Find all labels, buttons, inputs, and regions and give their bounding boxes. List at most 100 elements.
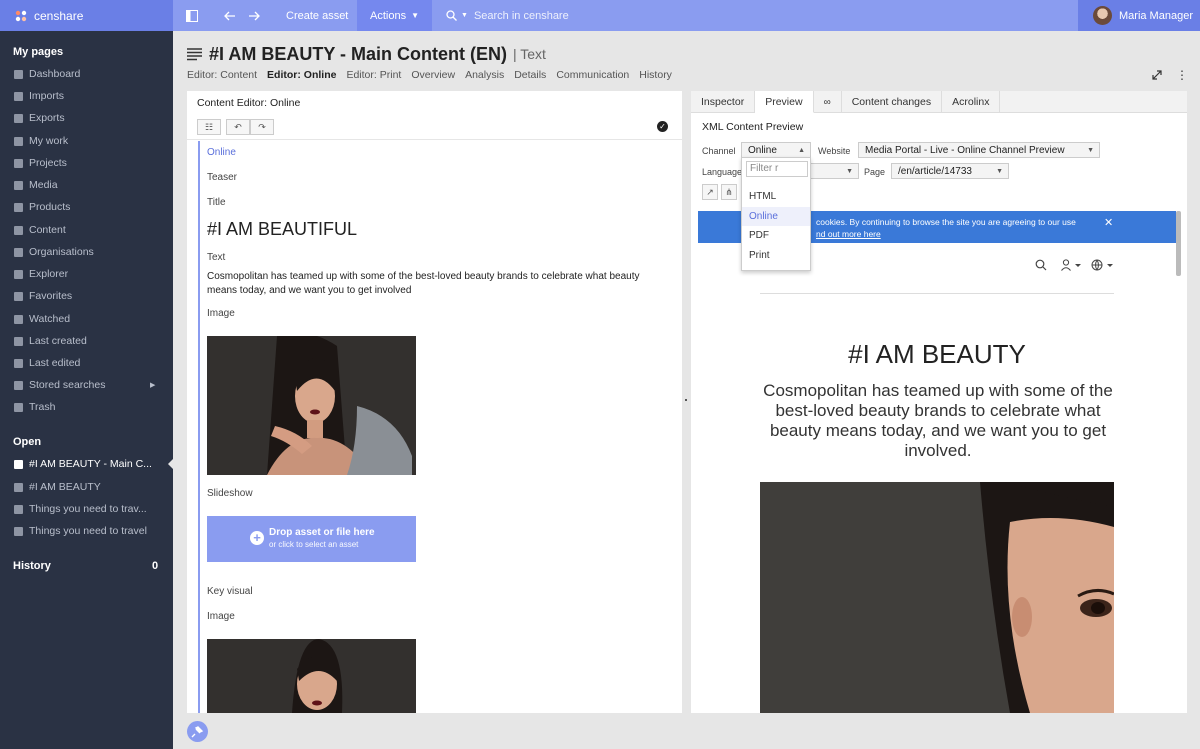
sidebar-item-projects[interactable]: Projects — [14, 154, 164, 172]
splitter-handle[interactable] — [685, 399, 687, 401]
sidebar-item-stored-searches[interactable]: Stored searches ▶ — [14, 376, 164, 394]
title-field[interactable]: #I AM BEAUTIFUL — [207, 219, 357, 240]
open-item-travel-2[interactable]: Things you need to travel — [14, 522, 164, 540]
history-heading[interactable]: History — [13, 560, 51, 572]
chevron-down-icon: ▼ — [411, 11, 419, 20]
dropdown-option-print[interactable]: Print — [749, 250, 770, 261]
open-item-main-content[interactable]: #I AM BEAUTY - Main C... — [14, 455, 164, 473]
tab-acrolinx[interactable]: Acrolinx — [942, 91, 1001, 113]
tab-editor-print[interactable]: Editor: Print — [346, 69, 401, 81]
website-label: Website — [818, 146, 851, 156]
structure-button[interactable]: ⋔ — [721, 184, 737, 200]
undo-icon: ↶ — [234, 121, 242, 132]
tab-preview[interactable]: Preview — [755, 91, 814, 113]
caret-down-icon: ▼ — [996, 168, 1003, 175]
sidebar-item-watched[interactable]: Watched — [14, 310, 164, 328]
search-icon[interactable] — [1035, 259, 1047, 271]
globe-icon[interactable] — [1091, 259, 1115, 271]
active-indicator — [168, 459, 173, 469]
cookie-link[interactable]: nd out more here — [816, 229, 881, 239]
sidebar-item-label: Content — [29, 224, 66, 236]
channel-label: Online — [207, 147, 236, 158]
sidebar-item-label: Watched — [29, 313, 71, 325]
trash-icon — [14, 402, 23, 412]
tab-inspector[interactable]: Inspector — [691, 91, 756, 113]
sidebar-item-dashboard[interactable]: Dashboard — [14, 65, 164, 83]
sidebar-item-trash[interactable]: Trash — [14, 398, 164, 416]
redo-icon: ↷ — [258, 121, 266, 132]
search-dropdown-icon[interactable]: ▼ — [461, 12, 468, 19]
content-editor-title: Content Editor: Online — [197, 97, 301, 109]
tab-overview[interactable]: Overview — [411, 69, 455, 81]
sidebar-item-label: My work — [29, 135, 69, 147]
sidebar-item-my-work[interactable]: My work — [14, 132, 164, 150]
products-icon — [14, 202, 23, 212]
page-select[interactable]: /en/article/14733 ▼ — [891, 163, 1009, 179]
sidebar-item-exports[interactable]: Exports — [14, 109, 164, 127]
website-preview: cookies. By continuing to browse the sit… — [698, 211, 1176, 713]
plus-circle-icon: + — [250, 531, 264, 545]
tab-details[interactable]: Details — [514, 69, 546, 81]
expand-icon[interactable] — [1152, 70, 1162, 80]
format-icon: ☷ — [204, 121, 214, 132]
open-item-travel-1[interactable]: Things you need to trav... — [14, 500, 164, 518]
sidebar-item-products[interactable]: Products — [14, 198, 164, 216]
pin-button[interactable] — [187, 721, 208, 742]
tab-relations[interactable]: ∞ — [814, 91, 842, 113]
sidebar-item-last-created[interactable]: Last created — [14, 332, 164, 350]
brand[interactable]: censhare — [0, 0, 173, 31]
close-icon[interactable]: ✕ — [1104, 216, 1113, 229]
chevron-right-icon: ▶ — [150, 382, 156, 389]
website-select[interactable]: Media Portal - Live - Online Channel Pre… — [858, 142, 1100, 158]
drop-zone[interactable]: + Drop asset or file here or click to se… — [207, 516, 416, 562]
dropdown-option-pdf[interactable]: PDF — [749, 230, 769, 241]
tab-editor-online[interactable]: Editor: Online — [267, 69, 336, 81]
dropdown-option-html[interactable]: HTML — [749, 191, 776, 202]
heart-icon — [14, 291, 23, 301]
tab-communication[interactable]: Communication — [556, 69, 629, 81]
sidebar-item-organisations[interactable]: Organisations — [14, 243, 164, 261]
sidebar-item-media[interactable]: Media — [14, 176, 164, 194]
sidebar-item-favorites[interactable]: Favorites — [14, 287, 164, 305]
tab-editor-content[interactable]: Editor: Content — [187, 69, 257, 81]
website-value: Media Portal - Live - Online Channel Pre… — [865, 144, 1065, 156]
user-menu[interactable]: Maria Manager — [1078, 0, 1200, 31]
projects-icon — [14, 158, 23, 168]
open-external-button[interactable]: ↗ — [702, 184, 718, 200]
dropdown-option-online[interactable]: Online — [749, 211, 778, 222]
search-input[interactable]: Search in censhare — [474, 10, 569, 22]
sidebar-item-explorer[interactable]: Explorer — [14, 265, 164, 283]
sidebar-item-imports[interactable]: Imports — [14, 87, 164, 105]
editor-body[interactable]: Online Teaser Title #I AM BEAUTIFUL Text… — [198, 141, 682, 713]
back-arrow-icon[interactable] — [221, 0, 239, 31]
image-thumbnail[interactable] — [207, 336, 416, 475]
sidebar-item-label: Dashboard — [29, 68, 81, 80]
sidebar-toggle-icon[interactable] — [183, 0, 201, 31]
text-field[interactable]: Cosmopolitan has teamed up with some of … — [207, 270, 667, 298]
sidebar-item-label: Last edited — [29, 357, 81, 369]
channel-select[interactable]: Online ▲ — [741, 142, 811, 158]
sidebar-item-last-edited[interactable]: Last edited — [14, 354, 164, 372]
sidebar-item-label: Products — [29, 201, 71, 213]
search-bar[interactable]: ▼ Search in censhare — [432, 0, 932, 31]
dropdown-filter-input[interactable]: Filter r — [746, 161, 808, 177]
open-item-label: #I AM BEAUTY — [29, 481, 101, 493]
right-panel-tabs: Inspector Preview ∞ Content changes Acro… — [691, 91, 1187, 113]
open-item-beauty[interactable]: #I AM BEAUTY — [14, 478, 164, 496]
create-asset-button[interactable]: Create asset — [274, 0, 360, 31]
open-item-label: #I AM BEAUTY - Main C... — [29, 458, 152, 470]
format-button[interactable]: ☷ — [197, 119, 221, 135]
actions-menu-button[interactable]: Actions ▼ — [357, 0, 432, 31]
key-visual-thumbnail[interactable] — [207, 639, 416, 713]
user-icon[interactable] — [1061, 259, 1081, 271]
tab-history[interactable]: History — [639, 69, 672, 81]
sidebar-item-content[interactable]: Content — [14, 221, 164, 239]
undo-button[interactable]: ↶ — [226, 119, 250, 135]
asset-title: #I AM BEAUTY - Main Content (EN) — [209, 43, 507, 64]
more-vertical-icon[interactable]: ⋮ — [1176, 69, 1188, 81]
scrollbar[interactable] — [1176, 211, 1181, 276]
redo-button[interactable]: ↷ — [250, 119, 274, 135]
forward-arrow-icon[interactable] — [245, 0, 263, 31]
tab-analysis[interactable]: Analysis — [465, 69, 504, 81]
tab-content-changes[interactable]: Content changes — [842, 91, 943, 113]
